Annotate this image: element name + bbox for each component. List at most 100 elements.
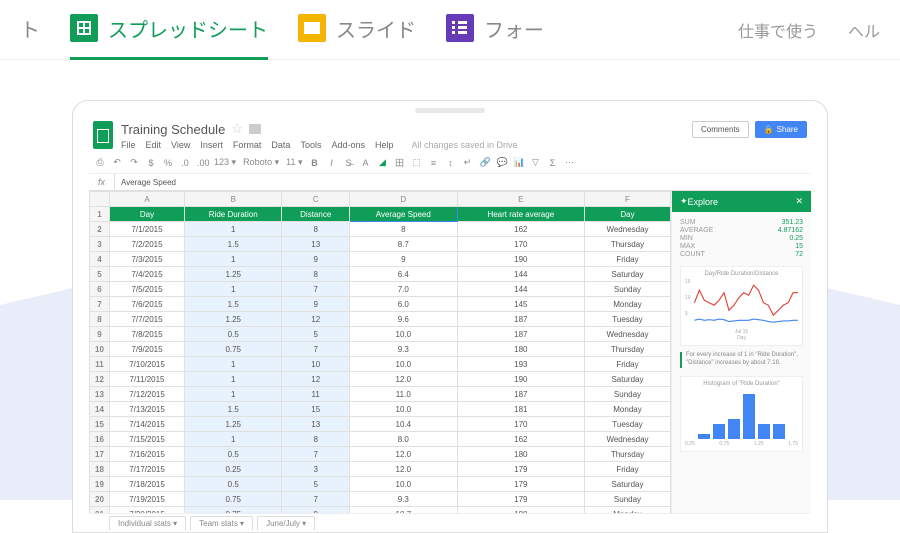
cell[interactable]: 1.25 — [185, 267, 282, 282]
cell[interactable]: 7/1/2015 — [110, 222, 185, 237]
cell[interactable]: 0.5 — [185, 327, 282, 342]
row-header[interactable]: 16 — [90, 432, 110, 447]
cell[interactable]: Friday — [584, 357, 670, 372]
row-header[interactable]: 15 — [90, 417, 110, 432]
cell[interactable]: 8.7 — [349, 237, 457, 252]
sheet-tab[interactable]: Team stats ▾ — [190, 516, 253, 530]
font-select[interactable]: Roboto ▾ — [243, 157, 279, 168]
cell[interactable]: Thursday — [584, 447, 670, 462]
cell[interactable]: Sunday — [584, 282, 670, 297]
cell[interactable]: 10.0 — [349, 477, 457, 492]
cell[interactable]: Monday — [584, 297, 670, 312]
cell[interactable]: 12.0 — [349, 462, 457, 477]
cell[interactable]: 7/6/2015 — [110, 297, 185, 312]
cell[interactable]: 1 — [185, 252, 282, 267]
cell[interactable]: 10.0 — [349, 402, 457, 417]
cell[interactable]: 190 — [457, 372, 584, 387]
cell[interactable]: 9.3 — [349, 492, 457, 507]
cell[interactable]: 144 — [457, 267, 584, 282]
col-header[interactable]: B — [185, 192, 282, 207]
share-button[interactable]: 🔒 Share — [755, 121, 807, 138]
cell[interactable]: 5 — [282, 327, 350, 342]
cell[interactable]: Tuesday — [584, 417, 670, 432]
row-header[interactable]: 7 — [90, 297, 110, 312]
row-header[interactable]: 8 — [90, 312, 110, 327]
chart-icon[interactable]: 📊 — [514, 157, 524, 168]
row-header[interactable]: 20 — [90, 492, 110, 507]
cell[interactable]: 7/12/2015 — [110, 387, 185, 402]
size-select[interactable]: 11 ▾ — [286, 157, 302, 168]
cell[interactable]: 10.4 — [349, 417, 457, 432]
cell[interactable]: 1 — [185, 222, 282, 237]
cell[interactable]: 1.5 — [185, 297, 282, 312]
cell[interactable]: 9 — [282, 252, 350, 267]
cell[interactable]: 7 — [282, 282, 350, 297]
menu-data[interactable]: Data — [271, 140, 290, 150]
menu-tools[interactable]: Tools — [300, 140, 321, 150]
row-header[interactable]: 19 — [90, 477, 110, 492]
cell[interactable]: 180 — [457, 447, 584, 462]
wrap-icon[interactable]: ↵ — [463, 157, 473, 168]
nav-help-link[interactable]: ヘル — [848, 18, 880, 42]
cell[interactable]: 9.3 — [349, 342, 457, 357]
cell[interactable]: Wednesday — [584, 327, 670, 342]
row-header[interactable]: 13 — [90, 387, 110, 402]
redo-icon[interactable]: ↷ — [129, 157, 139, 168]
cell[interactable]: 11.0 — [349, 387, 457, 402]
cell[interactable]: 179 — [457, 492, 584, 507]
cell[interactable]: 1 — [185, 282, 282, 297]
menu-insert[interactable]: Insert — [200, 140, 223, 150]
cell[interactable]: Friday — [584, 252, 670, 267]
header-cell[interactable]: Heart rate average — [457, 207, 584, 222]
cell[interactable]: Monday — [584, 402, 670, 417]
cell[interactable]: 7/2/2015 — [110, 237, 185, 252]
currency-icon[interactable]: $ — [146, 158, 156, 168]
cell[interactable]: 1.25 — [185, 312, 282, 327]
cell[interactable]: 0.25 — [185, 462, 282, 477]
cell[interactable]: Sunday — [584, 492, 670, 507]
col-header[interactable]: F — [584, 192, 670, 207]
comment-icon[interactable]: 💬 — [497, 157, 507, 168]
col-header[interactable]: A — [110, 192, 185, 207]
fill-color-icon[interactable]: ◢ — [378, 157, 388, 168]
cell[interactable]: 7 — [282, 447, 350, 462]
bold-icon[interactable]: B — [310, 158, 320, 168]
row-header[interactable]: 2 — [90, 222, 110, 237]
cell[interactable]: 12.0 — [349, 372, 457, 387]
cell[interactable]: 8 — [282, 222, 350, 237]
cell[interactable]: 0.75 — [185, 342, 282, 357]
row-header[interactable]: 14 — [90, 402, 110, 417]
sheet-tab[interactable]: Individual stats ▾ — [109, 516, 186, 530]
cell[interactable]: Friday — [584, 462, 670, 477]
cell[interactable]: 15 — [282, 402, 350, 417]
cell[interactable]: 10.0 — [349, 327, 457, 342]
cell[interactable]: 170 — [457, 417, 584, 432]
merge-icon[interactable]: ⬚ — [412, 157, 422, 168]
cell[interactable]: 9 — [349, 252, 457, 267]
close-icon[interactable]: ✕ — [795, 196, 803, 207]
percent-icon[interactable]: % — [163, 158, 173, 168]
cell[interactable]: 7/17/2015 — [110, 462, 185, 477]
nav-sheets[interactable]: スプレッドシート — [70, 0, 268, 60]
cell[interactable]: 0.5 — [185, 447, 282, 462]
cell[interactable]: Wednesday — [584, 222, 670, 237]
cell[interactable]: 179 — [457, 477, 584, 492]
cell[interactable]: 1 — [185, 372, 282, 387]
cell[interactable]: 145 — [457, 297, 584, 312]
cell[interactable]: 11 — [282, 387, 350, 402]
cell[interactable]: 7/8/2015 — [110, 327, 185, 342]
line-chart[interactable]: Day/Ride Duration/Distance 15105 Jul 15 … — [680, 266, 803, 346]
histogram[interactable]: Histogram of "Ride Duration" 0.250.751.2… — [680, 376, 803, 452]
menu-format[interactable]: Format — [233, 140, 262, 150]
cell[interactable]: 181 — [457, 402, 584, 417]
cell[interactable]: 10.0 — [349, 357, 457, 372]
cell[interactable]: 162 — [457, 432, 584, 447]
cell[interactable]: 7 — [282, 342, 350, 357]
align-icon[interactable]: ≡ — [429, 158, 439, 168]
cell[interactable]: 6.4 — [349, 267, 457, 282]
cell[interactable]: 12 — [282, 312, 350, 327]
header-cell[interactable]: Distance — [282, 207, 350, 222]
cell[interactable]: 144 — [457, 282, 584, 297]
cell[interactable]: 162 — [457, 222, 584, 237]
nav-forms[interactable]: フォー — [446, 0, 544, 60]
